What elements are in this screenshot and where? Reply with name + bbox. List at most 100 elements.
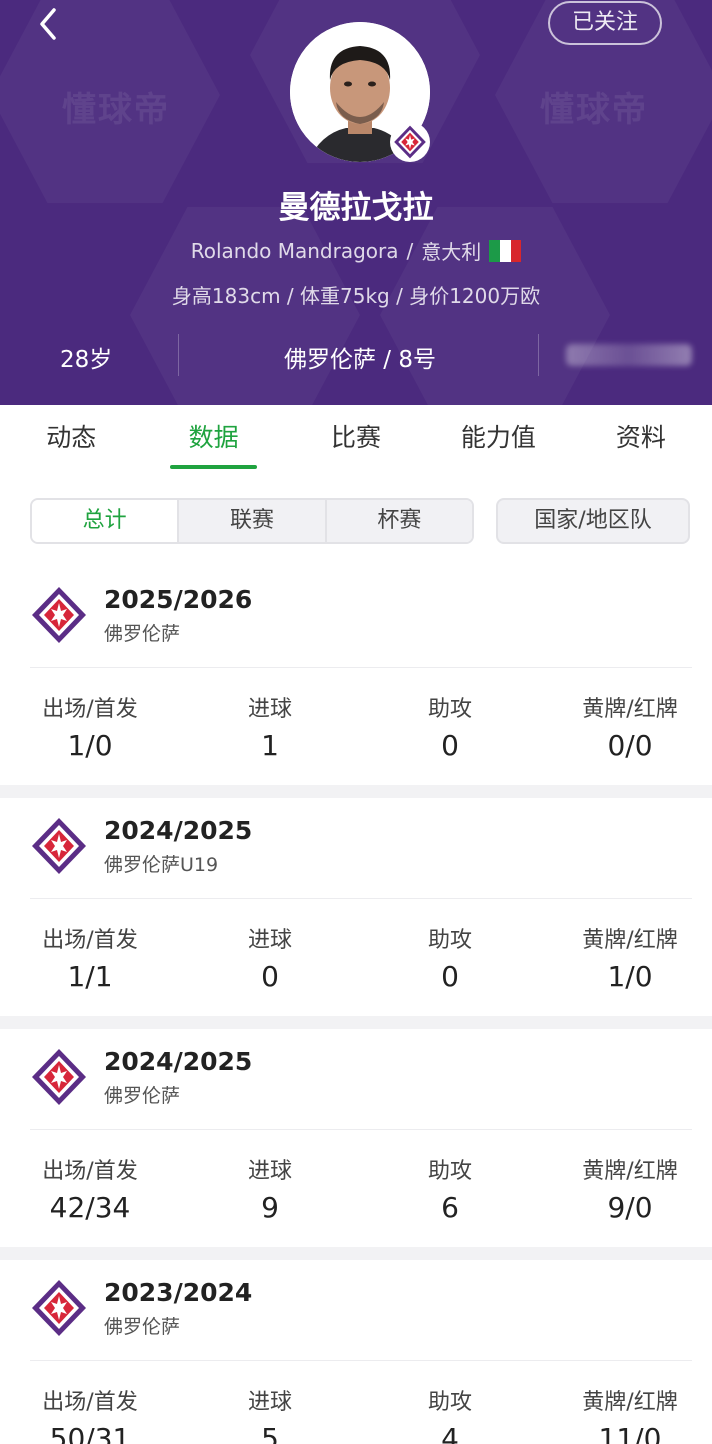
italy-flag-icon: [489, 239, 522, 262]
stat-label: 黄牌/红牌: [582, 697, 678, 722]
stat-value: 1/0: [607, 960, 653, 993]
stat-cards: 黄牌/红牌 1/0: [550, 922, 710, 993]
stat-cards: 黄牌/红牌 11/0: [550, 1384, 710, 1444]
fiorentina-logo-icon: [30, 816, 88, 876]
player-nationality: 意大利: [421, 240, 482, 264]
blurred-info: [566, 344, 692, 366]
stat-assists: 助攻 0: [370, 922, 530, 993]
stat-value: 0: [261, 960, 279, 993]
divider: [178, 334, 179, 376]
tab-ratings[interactable]: 能力值: [427, 405, 569, 475]
player-team-number: 佛罗伦萨 / 8号: [283, 347, 436, 373]
divider: [538, 334, 539, 376]
season-card[interactable]: 2024/2025 佛罗伦萨 出场/首发 42/34 进球 9 助攻 6 黄牌/…: [0, 1029, 712, 1247]
player-age: 28岁: [60, 347, 113, 373]
stat-label: 进球: [247, 697, 292, 722]
tab-bar: 动态 数据 比赛 能力值 资料: [0, 405, 712, 475]
stat-goals: 进球 5: [190, 1384, 350, 1444]
stats-content: 总计 联赛 杯赛 国家/地区队 2025/2026 佛罗伦萨 出场/首发 1/0…: [0, 475, 712, 1444]
stat-label: 助攻: [427, 1390, 472, 1415]
stat-label: 出场/首发: [42, 697, 138, 722]
national-team-button[interactable]: 国家/地区队: [496, 498, 690, 544]
stat-label: 黄牌/红牌: [582, 1390, 678, 1415]
stat-label: 进球: [247, 1390, 292, 1415]
stat-label: 进球: [247, 928, 292, 953]
chevron-left-icon: [40, 8, 56, 40]
divider: [30, 898, 692, 899]
stat-apps: 出场/首发 1/0: [10, 691, 170, 762]
back-button[interactable]: [30, 4, 70, 44]
watermark-text: 懂球帝: [540, 90, 648, 130]
segment-league[interactable]: 联赛: [177, 500, 325, 542]
stat-goals: 进球 9: [190, 1153, 350, 1224]
season-label: 2024/2025: [104, 1047, 253, 1076]
stat-label: 出场/首发: [42, 928, 138, 953]
filter-bar: 总计 联赛 杯赛 国家/地区队: [0, 475, 712, 567]
stat-value: 5: [261, 1422, 279, 1444]
stat-value: 1: [261, 729, 279, 762]
club-badge-icon: [390, 122, 430, 162]
season-label: 2025/2026: [104, 585, 253, 614]
player-header: 懂球帝 懂球帝 已关注 曼德拉戈拉 Rolando Mandragora / 意…: [0, 0, 712, 405]
player-info-row: 28岁 佛罗伦萨 / 8号: [0, 334, 712, 376]
watermark-text: 懂球帝: [62, 90, 170, 130]
stat-assists: 助攻 4: [370, 1384, 530, 1444]
divider: [30, 1360, 692, 1361]
tab-feed[interactable]: 动态: [0, 405, 142, 475]
season-label: 2024/2025: [104, 816, 253, 845]
team-label: 佛罗伦萨: [104, 1085, 181, 1107]
stat-apps: 出场/首发 50/31: [10, 1384, 170, 1444]
separator: /: [406, 238, 414, 263]
stat-value: 1/1: [67, 960, 113, 993]
stat-label: 出场/首发: [42, 1159, 138, 1184]
stat-apps: 出场/首发 42/34: [10, 1153, 170, 1224]
season-card[interactable]: 2024/2025 佛罗伦萨U19 出场/首发 1/1 进球 0 助攻 0 黄牌…: [0, 798, 712, 1016]
divider: [30, 667, 692, 668]
stat-value: 9: [261, 1191, 279, 1224]
stat-value: 9/0: [607, 1191, 653, 1224]
competition-segmented-control: 总计 联赛 杯赛: [30, 498, 474, 544]
follow-button[interactable]: 已关注: [548, 1, 662, 45]
stat-cards: 黄牌/红牌 0/0: [550, 691, 710, 762]
stat-value: 0: [441, 729, 459, 762]
stat-goals: 进球 1: [190, 691, 350, 762]
stat-label: 出场/首发: [42, 1390, 138, 1415]
season-card[interactable]: 2023/2024 佛罗伦萨 出场/首发 50/31 进球 5 助攻 4 黄牌/…: [0, 1260, 712, 1444]
stat-label: 进球: [247, 1159, 292, 1184]
stat-value: 0: [441, 960, 459, 993]
stat-label: 助攻: [427, 1159, 472, 1184]
stat-value: 6: [441, 1191, 459, 1224]
stat-label: 黄牌/红牌: [582, 928, 678, 953]
stat-cards: 黄牌/红牌 9/0: [550, 1153, 710, 1224]
player-name: 曼德拉戈拉: [278, 190, 434, 226]
stat-label: 助攻: [427, 928, 472, 953]
stat-value: 0/0: [607, 729, 653, 762]
stat-value: 1/0: [67, 729, 113, 762]
divider: [30, 1129, 692, 1130]
stat-label: 助攻: [427, 697, 472, 722]
tab-matches[interactable]: 比赛: [285, 405, 427, 475]
player-english-name: Rolando Mandragora: [190, 238, 399, 263]
season-card[interactable]: 2025/2026 佛罗伦萨 出场/首发 1/0 进球 1 助攻 0 黄牌/红牌…: [0, 567, 712, 785]
segment-total[interactable]: 总计: [32, 500, 178, 542]
stat-value: 11/0: [598, 1422, 662, 1444]
segment-cup[interactable]: 杯赛: [324, 500, 472, 542]
stat-value: 50/31: [49, 1422, 131, 1444]
player-subtitle: Rolando Mandragora / 意大利: [0, 236, 712, 265]
team-label: 佛罗伦萨U19: [104, 854, 219, 876]
stat-apps: 出场/首发 1/1: [10, 922, 170, 993]
stat-value: 42/34: [49, 1191, 131, 1224]
tab-stats[interactable]: 数据: [142, 405, 284, 475]
player-body-info: 身高183cm / 体重75kg / 身价1200万欧: [171, 284, 541, 308]
stat-value: 4: [441, 1422, 459, 1444]
fiorentina-logo-icon: [30, 585, 88, 645]
stat-label: 黄牌/红牌: [582, 1159, 678, 1184]
season-label: 2023/2024: [104, 1278, 253, 1307]
fiorentina-logo-icon: [30, 1278, 88, 1338]
stat-goals: 进球 0: [190, 922, 350, 993]
tab-profile[interactable]: 资料: [570, 405, 712, 475]
team-label: 佛罗伦萨: [104, 1316, 181, 1338]
team-label: 佛罗伦萨: [104, 623, 181, 645]
stat-assists: 助攻 0: [370, 691, 530, 762]
stat-assists: 助攻 6: [370, 1153, 530, 1224]
